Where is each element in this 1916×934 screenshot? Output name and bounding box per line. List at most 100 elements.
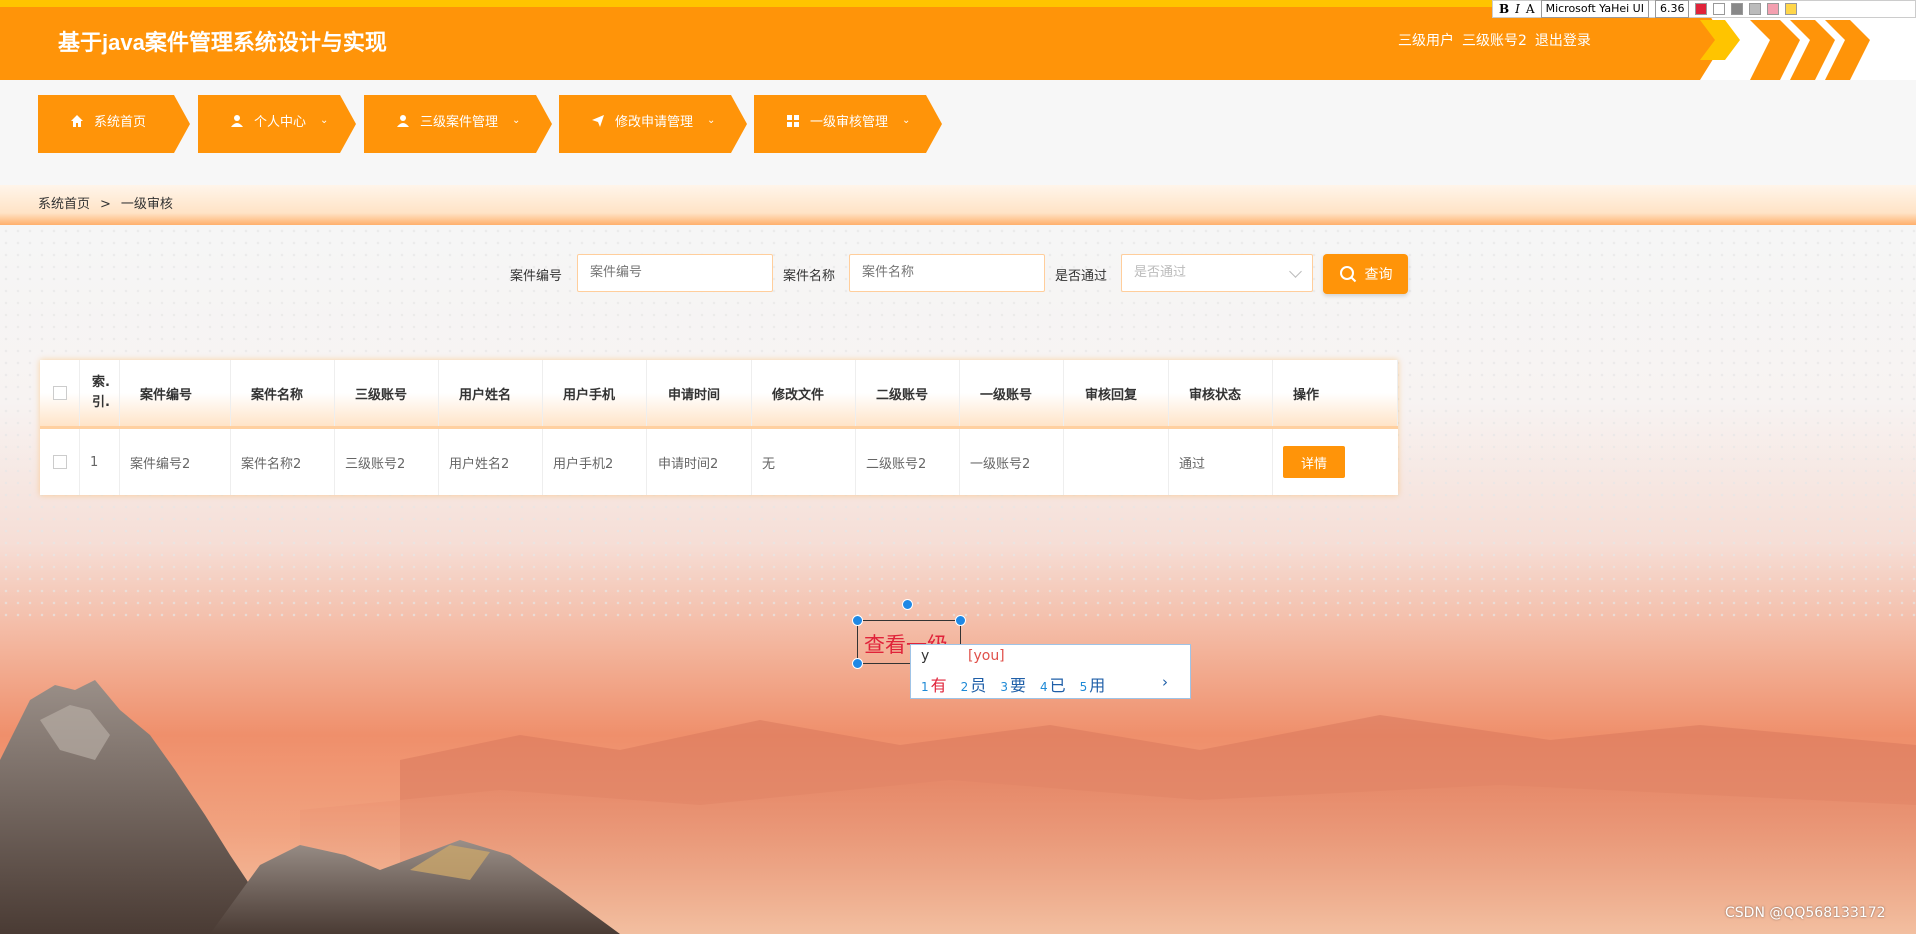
user-icon bbox=[397, 114, 409, 127]
ime-candidate-window: y [you] 1有 2员 3要 4已 5用 › bbox=[910, 644, 1191, 699]
nav-item-label: 修改申请管理 bbox=[615, 115, 694, 130]
breadcrumb-separator: > bbox=[100, 197, 111, 212]
detail-button[interactable]: 详情 bbox=[1283, 446, 1345, 478]
nav-item-label: 一级审核管理 bbox=[810, 115, 889, 130]
cell-action: 详情 bbox=[1273, 429, 1398, 495]
ime-candidate[interactable]: 5用 bbox=[1080, 672, 1106, 696]
cell-modify-file: 无 bbox=[752, 429, 856, 495]
font-select[interactable]: Microsoft YaHei UI bbox=[1540, 0, 1649, 18]
case-name-input[interactable] bbox=[862, 264, 1044, 279]
chevron-down-icon bbox=[1289, 265, 1302, 278]
select-all-cell bbox=[40, 360, 80, 426]
cell-level1-account: 一级账号2 bbox=[960, 429, 1064, 495]
text-style-button[interactable]: A bbox=[1526, 2, 1535, 16]
color-swatch-red[interactable] bbox=[1695, 3, 1708, 15]
font-size-select[interactable]: 6.36 bbox=[1654, 0, 1690, 18]
chevron-down-icon: ⌄ bbox=[707, 115, 716, 126]
color-swatch-gray[interactable] bbox=[1731, 3, 1744, 15]
cell-index: 1 bbox=[80, 429, 120, 495]
color-swatch-white[interactable] bbox=[1713, 3, 1726, 15]
column-header-status[interactable]: 审核状态 bbox=[1169, 360, 1273, 426]
resize-handle[interactable] bbox=[852, 658, 863, 669]
column-header-case-no[interactable]: 案件编号 bbox=[120, 360, 231, 426]
ime-candidates: 1有 2员 3要 4已 5用 bbox=[921, 672, 1105, 696]
send-icon bbox=[592, 114, 604, 127]
cell-reply bbox=[1065, 429, 1169, 495]
query-button-label: 查询 bbox=[1364, 266, 1393, 282]
column-header-modify-file[interactable]: 修改文件 bbox=[752, 360, 856, 426]
resize-handle[interactable] bbox=[852, 615, 863, 626]
chevron-down-icon: ⌄ bbox=[512, 115, 521, 126]
nav-item-modify-requests[interactable]: 修改申请管理 ⌄ bbox=[559, 95, 747, 153]
user-role: 三级用户 bbox=[1398, 33, 1454, 49]
ime-candidate[interactable]: 4已 bbox=[1040, 672, 1066, 696]
table-header: 索.引. 案件编号 案件名称 三级账号 用户姓名 用户手机 申请时间 修改文件 二级账号 一级账号… bbox=[40, 360, 1398, 429]
nav-item-label: 个人中心 bbox=[254, 115, 307, 130]
ime-input: y bbox=[921, 648, 930, 664]
case-no-input[interactable] bbox=[590, 264, 772, 279]
italic-button[interactable]: I bbox=[1515, 2, 1520, 16]
cell-case-no: 案件编号2 bbox=[120, 429, 231, 495]
ime-candidate[interactable]: 2员 bbox=[961, 672, 987, 696]
chevron-down-icon: ⌄ bbox=[902, 115, 911, 126]
nav-item-label: 三级案件管理 bbox=[420, 115, 499, 130]
breadcrumb: 系统首页 > 一级审核 bbox=[38, 193, 173, 212]
nav-item-level1-review[interactable]: 一级审核管理 ⌄ bbox=[754, 95, 942, 153]
table-row: 1 案件编号2 案件名称2 三级账号2 用户姓名2 用户手机2 申请时间2 无二级账号2 一级账… bbox=[40, 429, 1398, 495]
query-button[interactable]: 查询 bbox=[1323, 254, 1408, 294]
ime-next-page-icon[interactable]: › bbox=[1162, 673, 1168, 691]
case-name-label: 案件名称 bbox=[783, 269, 836, 284]
ime-candidate[interactable]: 3要 bbox=[1000, 672, 1026, 696]
column-header-apply-time[interactable]: 申请时间 bbox=[648, 360, 752, 426]
cell-case-name: 案件名称2 bbox=[231, 429, 335, 495]
column-header-index: 索.引. bbox=[80, 360, 120, 426]
column-header-user-name[interactable]: 用户姓名 bbox=[439, 360, 543, 426]
column-header-level2-account[interactable]: 二级账号 bbox=[856, 360, 960, 426]
passed-select[interactable]: 是否通过 bbox=[1121, 254, 1313, 292]
column-header-case-name[interactable]: 案件名称 bbox=[231, 360, 335, 426]
ime-hint: [you] bbox=[968, 648, 1005, 664]
nav-item-level3-cases[interactable]: 三级案件管理 ⌄ bbox=[364, 95, 552, 153]
case-no-field[interactable] bbox=[577, 254, 773, 292]
home-icon bbox=[71, 114, 83, 127]
color-swatch-light[interactable] bbox=[1749, 3, 1762, 15]
column-header-reply[interactable]: 审核回复 bbox=[1065, 360, 1169, 426]
breadcrumb-bar bbox=[0, 185, 1916, 225]
column-header-level3-account[interactable]: 三级账号 bbox=[335, 360, 439, 426]
rotate-handle[interactable] bbox=[902, 599, 913, 610]
case-no-label: 案件编号 bbox=[510, 269, 563, 284]
annotation-toolbar: B I A Microsoft YaHei UI 6.36 bbox=[1492, 0, 1916, 18]
cell-status: 通过 bbox=[1169, 429, 1273, 495]
case-name-field[interactable] bbox=[849, 254, 1045, 292]
breadcrumb-home[interactable]: 系统首页 bbox=[38, 197, 90, 212]
cell-user-phone: 用户手机2 bbox=[543, 429, 647, 495]
bold-button[interactable]: B bbox=[1499, 2, 1509, 16]
breadcrumb-current: 一级审核 bbox=[120, 197, 173, 212]
color-swatch-pink[interactable] bbox=[1767, 3, 1780, 15]
chevron-down-icon: ⌄ bbox=[320, 115, 329, 126]
passed-label: 是否通过 bbox=[1055, 269, 1108, 284]
ime-candidate[interactable]: 1有 bbox=[921, 672, 947, 696]
color-swatch-yellow[interactable] bbox=[1785, 3, 1798, 15]
row-checkbox[interactable] bbox=[52, 455, 67, 469]
column-header-action: 操作 bbox=[1273, 360, 1398, 426]
search-icon bbox=[1339, 266, 1356, 283]
column-header-level1-account[interactable]: 一级账号 bbox=[960, 360, 1064, 426]
user-account: 三级账号2 bbox=[1462, 33, 1527, 49]
select-all-checkbox[interactable] bbox=[52, 386, 67, 400]
passed-select-placeholder: 是否通过 bbox=[1134, 265, 1187, 280]
column-header-user-phone[interactable]: 用户手机 bbox=[543, 360, 647, 426]
close-icon[interactable] bbox=[955, 615, 966, 626]
cell-user-name: 用户姓名2 bbox=[439, 429, 543, 495]
nav-item-home[interactable]: 系统首页 bbox=[38, 95, 190, 153]
cell-level3-account: 三级账号2 bbox=[335, 429, 439, 495]
nav-item-profile[interactable]: 个人中心 ⌄ bbox=[198, 95, 356, 153]
cell-apply-time: 申请时间2 bbox=[648, 429, 752, 495]
nav-item-label: 系统首页 bbox=[94, 115, 147, 130]
logout-link[interactable]: 退出登录 bbox=[1535, 33, 1591, 49]
user-icon bbox=[231, 114, 243, 127]
row-checkbox-cell bbox=[40, 429, 80, 495]
watermark: CSDN @QQ568133172 bbox=[1725, 905, 1886, 921]
cell-level2-account: 二级账号2 bbox=[856, 429, 960, 495]
user-info: 三级用户 三级账号2 退出登录 bbox=[1398, 30, 1599, 50]
